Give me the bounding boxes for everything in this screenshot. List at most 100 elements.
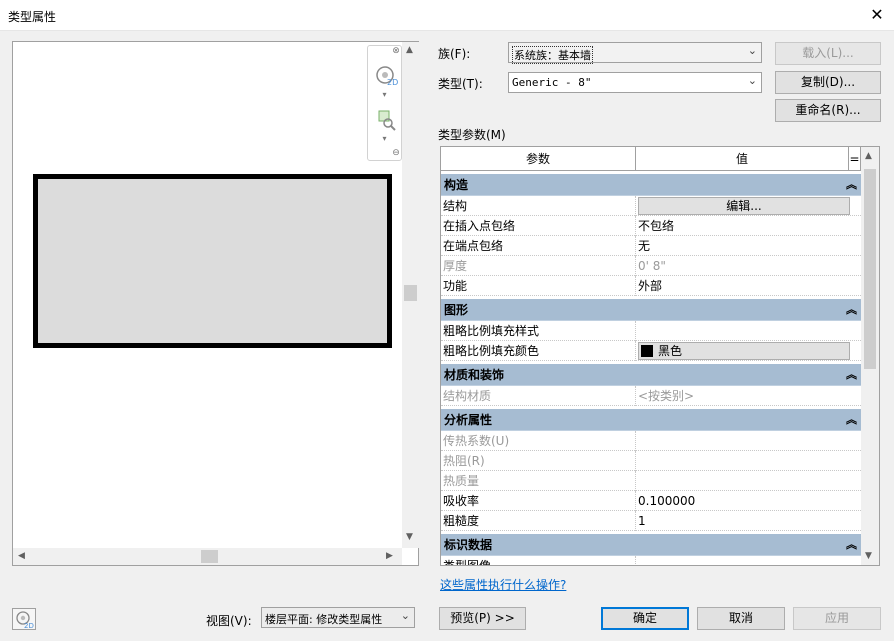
view-label: 视图(V):	[206, 614, 252, 628]
table-row[interactable]: 功能 外部	[441, 276, 861, 296]
type-value: Generic - 8"	[512, 76, 592, 89]
column-header-parameter[interactable]: 参数	[441, 147, 636, 171]
help-link[interactable]: 这些属性执行什么操作?	[440, 576, 566, 593]
scroll-up-icon[interactable]: ▲	[406, 45, 413, 55]
table-row[interactable]: 在插入点包络 不包络	[441, 216, 861, 236]
param-value[interactable]: 0.100000	[636, 491, 861, 511]
dropdown-arrow-icon: ⌄	[400, 609, 410, 622]
color-picker-button[interactable]: 黑色	[638, 342, 850, 360]
param-value[interactable]: 外部	[636, 276, 861, 296]
table-row[interactable]: 传热系数(U)	[441, 431, 861, 451]
param-value: <按类别>	[638, 389, 695, 403]
title-bar: 类型属性 ✕	[0, 0, 894, 31]
group-label: 分析属性	[444, 413, 493, 427]
close-icon[interactable]: ✕	[864, 3, 890, 27]
table-row[interactable]: 类型图像	[441, 556, 861, 565]
collapse-icon[interactable]: ︽	[846, 364, 857, 386]
preview-horizontal-scrollbar[interactable]: ◀ ▶	[13, 548, 402, 565]
param-name: 粗略比例填充颜色	[441, 341, 636, 361]
param-value[interactable]: 不包络	[636, 216, 861, 236]
table-row[interactable]: 结构 编辑...	[441, 196, 861, 216]
param-value[interactable]: 1	[636, 511, 861, 531]
table-row[interactable]: 结构材质 <按类别>	[441, 386, 861, 406]
table-row[interactable]: 粗糙度 1	[441, 511, 861, 531]
group-materials[interactable]: 材质和装饰 ︽	[441, 364, 861, 386]
param-name: 热质量	[441, 471, 636, 491]
param-name: 在端点包络	[441, 236, 636, 256]
chevron-down-icon[interactable]: ▾	[368, 90, 401, 99]
group-identity[interactable]: 标识数据 ︽	[441, 534, 861, 556]
dropdown-arrow-icon: ⌄	[747, 44, 757, 57]
scroll-right-icon[interactable]: ▶	[386, 551, 393, 561]
preview-button[interactable]: 预览(P) >>	[439, 607, 526, 630]
family-dropdown[interactable]: 系统族：基本墙 ⌄	[508, 42, 762, 64]
param-value	[636, 451, 861, 471]
param-name: 功能	[441, 276, 636, 296]
table-row[interactable]: 厚度 0' 8"	[441, 256, 861, 276]
navbar-close-icon[interactable]: ⊗	[391, 46, 401, 56]
param-value[interactable]	[636, 556, 861, 565]
load-button[interactable]: 载入(L)...	[775, 42, 881, 65]
preview-vertical-scrollbar[interactable]: ▲ ▼	[402, 42, 419, 548]
table-row[interactable]: 热质量	[441, 471, 861, 491]
preview-panel[interactable]: ⊗ 2D ▾ ▾ ⊖ ▲ ▼ ◀ ▶	[12, 41, 419, 566]
scroll-thumb[interactable]	[864, 169, 876, 369]
table-row[interactable]: 热阻(R)	[441, 451, 861, 471]
apply-button[interactable]: 应用	[793, 607, 881, 630]
group-label: 材质和装饰	[444, 368, 505, 382]
collapse-icon[interactable]: ︽	[846, 174, 857, 196]
column-header-formula[interactable]: =	[849, 147, 861, 171]
zoom-icon[interactable]	[369, 108, 402, 135]
edit-structure-button[interactable]: 编辑...	[638, 197, 850, 215]
collapse-icon[interactable]: ︽	[846, 409, 857, 431]
type-dropdown[interactable]: Generic - 8" ⌄	[508, 72, 762, 93]
param-name: 结构材质	[441, 386, 636, 406]
navbar-menu-icon[interactable]: ⊖	[391, 148, 401, 158]
svg-text:2D: 2D	[387, 78, 398, 87]
scroll-left-icon[interactable]: ◀	[18, 551, 25, 561]
collapse-icon[interactable]: ︽	[846, 299, 857, 321]
scroll-thumb[interactable]	[201, 550, 218, 563]
scroll-up-icon[interactable]: ▲	[865, 151, 872, 161]
param-name: 吸收率	[441, 491, 636, 511]
ok-button[interactable]: 确定	[601, 607, 689, 630]
group-label: 构造	[444, 178, 469, 192]
duplicate-button[interactable]: 复制(D)...	[775, 71, 881, 94]
scroll-down-icon[interactable]: ▼	[865, 551, 872, 561]
param-name: 传热系数(U)	[441, 431, 636, 451]
table-row[interactable]: 吸收率 0.100000	[441, 491, 861, 511]
wall-preview-shape	[33, 174, 392, 348]
type-parameters-table[interactable]: 参数 值 = 构造 ︽ 结构 编辑... 在插入点包络 不包络 在端点包络 无 …	[440, 146, 880, 566]
param-value[interactable]	[636, 321, 861, 341]
param-name: 热阻(R)	[441, 451, 636, 471]
rename-button[interactable]: 重命名(R)...	[775, 99, 881, 122]
table-row[interactable]: 粗略比例填充样式	[441, 321, 861, 341]
chevron-down-icon[interactable]: ▾	[368, 134, 401, 143]
type-label: 类型(T):	[438, 77, 483, 91]
param-value: 0' 8"	[638, 259, 666, 273]
column-header-value[interactable]: 值	[636, 147, 849, 171]
scroll-down-icon[interactable]: ▼	[406, 532, 413, 542]
scroll-thumb[interactable]	[404, 285, 417, 301]
table-row[interactable]: 粗略比例填充颜色 黑色	[441, 341, 861, 361]
param-value[interactable]: 无	[636, 236, 861, 256]
group-construction[interactable]: 构造 ︽	[441, 174, 861, 196]
steering-wheel-2d-icon[interactable]: 2D	[12, 608, 36, 630]
param-name: 粗略比例填充样式	[441, 321, 636, 341]
param-value	[636, 431, 861, 451]
navigation-bar: ⊗ 2D ▾ ▾ ⊖	[367, 45, 402, 161]
table-row[interactable]: 在端点包络 无	[441, 236, 861, 256]
group-graphics[interactable]: 图形 ︽	[441, 299, 861, 321]
group-label: 标识数据	[444, 538, 493, 552]
svg-text:2D: 2D	[24, 622, 34, 629]
param-name: 结构	[441, 196, 636, 216]
view-dropdown[interactable]: 楼层平面: 修改类型属性 ⌄	[261, 607, 415, 628]
table-vertical-scrollbar[interactable]: ▲ ▼	[861, 147, 879, 565]
steering-wheel-2d-icon[interactable]: 2D	[369, 64, 402, 91]
color-swatch	[641, 345, 653, 357]
group-analytical[interactable]: 分析属性 ︽	[441, 409, 861, 431]
dropdown-arrow-icon: ⌄	[747, 74, 757, 87]
collapse-icon[interactable]: ︽	[846, 534, 857, 556]
param-name: 厚度	[441, 256, 636, 276]
cancel-button[interactable]: 取消	[697, 607, 785, 630]
